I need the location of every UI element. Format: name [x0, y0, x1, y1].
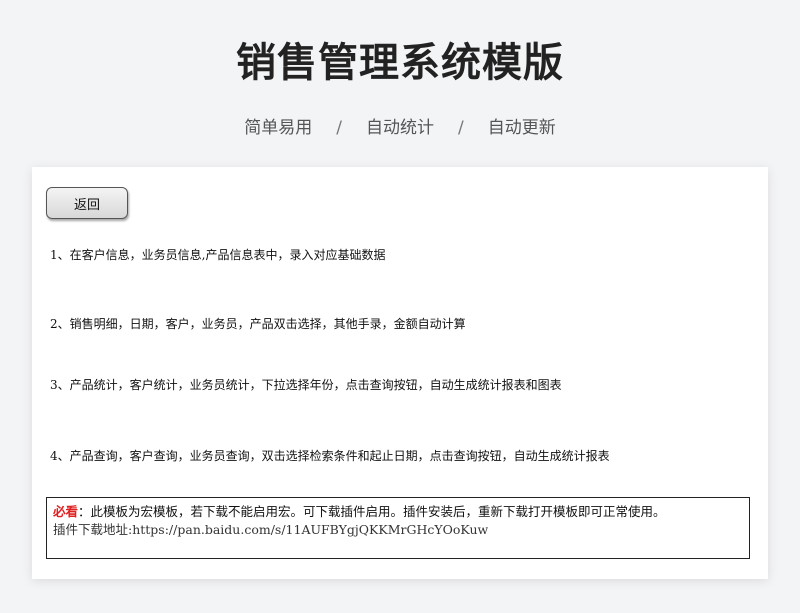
- instruction-card: 返回 1、在客户信息，业务员信息,产品信息表中，录入对应基础数据 2、销售明细，…: [32, 167, 768, 579]
- plugin-download-link[interactable]: 插件下载地址:https://pan.baidu.com/s/11AUFBYgj…: [53, 521, 743, 539]
- tag-auto-update: 自动更新: [487, 118, 556, 138]
- notice-text: 必看：此模板为宏模板，若下载不能启用宏。可下载插件启用。插件安装后，重新下载打开…: [53, 503, 743, 521]
- tag-auto-statistics: 自动统计: [366, 118, 434, 138]
- page-title: 销售管理系统模版: [236, 40, 564, 86]
- macro-notice-box: 必看：此模板为宏模板，若下载不能启用宏。可下载插件启用。插件安装后，重新下载打开…: [46, 497, 750, 559]
- tag-separator: /: [458, 118, 464, 138]
- step-4-text: 4、产品查询，客户查询，业务员查询，双击选择检索条件和起止日期，点击查询按钮，自…: [50, 449, 610, 463]
- notice-body: ：此模板为宏模板，若下载不能启用宏。可下载插件启用。插件安装后，重新下载打开模板…: [78, 504, 666, 519]
- must-read-label: 必看: [53, 504, 79, 519]
- step-1-text: 1、在客户信息，业务员信息,产品信息表中，录入对应基础数据: [50, 248, 386, 262]
- tag-separator: /: [336, 118, 342, 138]
- tag-easy-to-use: 简单易用: [244, 118, 313, 138]
- step-2-text: 2、销售明细，日期，客户，业务员，产品双击选择，其他手录，金额自动计算: [50, 317, 466, 331]
- back-button[interactable]: 返回: [46, 187, 128, 219]
- feature-tags: 简单易用 / 自动统计 / 自动更新: [0, 113, 800, 138]
- step-3-text: 3、产品统计，客户统计，业务员统计，下拉选择年份，点击查询按钮，自动生成统计报表…: [50, 378, 562, 392]
